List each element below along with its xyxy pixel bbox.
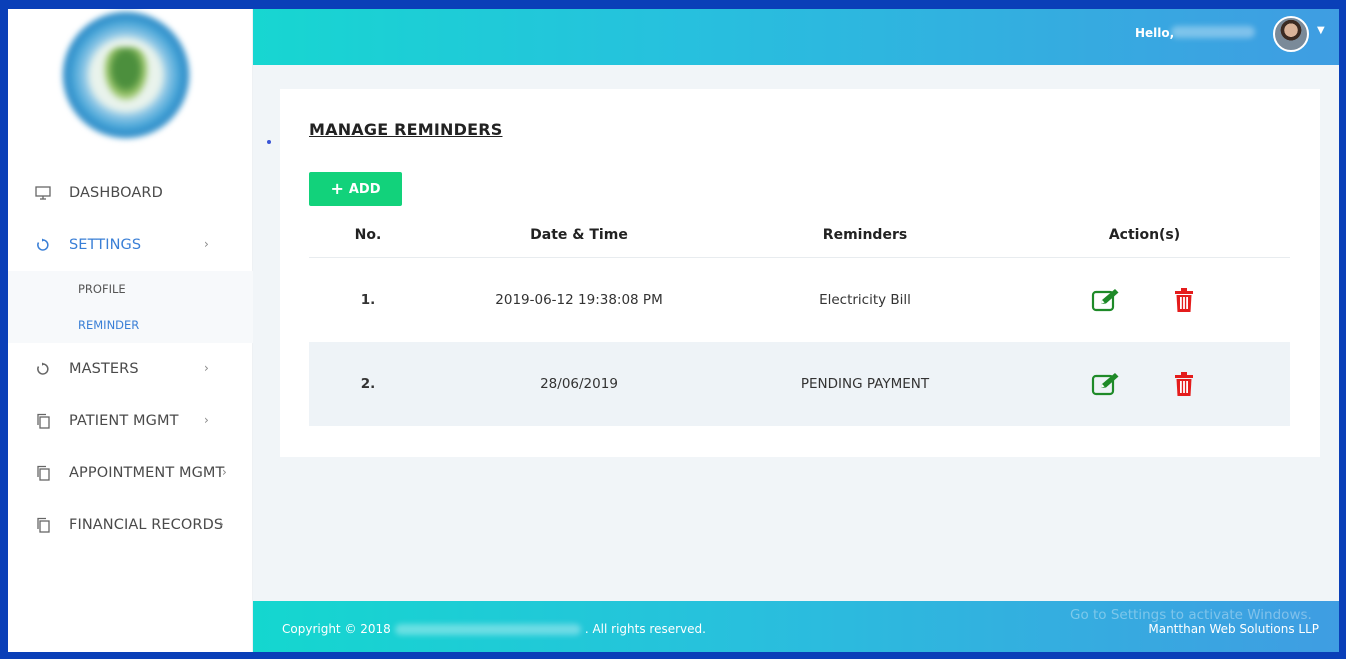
sidebar-item-label: SETTINGS: [69, 237, 142, 253]
row-number: 1.: [360, 291, 376, 308]
sidebar-item-appointment-mgmt[interactable]: APPOINTMENT MGMT ›: [8, 447, 253, 499]
delete-icon[interactable]: [1169, 370, 1199, 398]
chevron-right-icon: ›: [204, 413, 209, 427]
edit-icon[interactable]: [1091, 370, 1121, 398]
column-header-reminders: Reminders: [731, 213, 999, 258]
copy-icon: [34, 412, 52, 430]
refresh-icon: [34, 236, 52, 254]
copyright-suffix: . All rights reserved.: [584, 622, 706, 636]
sidebar-item-masters[interactable]: MASTERS ›: [8, 343, 253, 395]
table-row: 1. 2019-06-12 19:38:08 PM Electricity Bi…: [309, 257, 1290, 342]
sidebar-item-label: DASHBOARD: [69, 185, 163, 201]
column-header-date-time: Date & Time: [427, 213, 731, 258]
sidebar-item-financial-records[interactable]: FINANCIAL RECORDS ›: [8, 499, 253, 551]
top-header: Hello, ▼: [253, 9, 1339, 65]
sidebar-item-label: APPOINTMENT MGMT: [69, 465, 225, 481]
row-reminder: PENDING PAYMENT: [731, 341, 999, 426]
copy-icon: [34, 464, 52, 482]
plus-icon: +: [330, 179, 344, 198]
refresh-icon: [34, 360, 52, 378]
sidebar: DASHBOARD SETTINGS › PROFILE REMINDER MA…: [8, 9, 253, 652]
add-reminder-button[interactable]: + ADD: [309, 172, 402, 206]
copyright-prefix: Copyright © 2018: [282, 622, 391, 636]
chevron-right-icon: ›: [222, 465, 227, 479]
chevron-down-icon[interactable]: ▼: [1317, 25, 1325, 36]
sidebar-item-dashboard[interactable]: DASHBOARD: [8, 167, 253, 219]
redacted-username: [1171, 26, 1255, 38]
page-footer: Go to Settings to activate Windows. Copy…: [253, 601, 1339, 652]
edit-icon[interactable]: [1091, 286, 1121, 314]
chevron-right-icon: ›: [204, 361, 209, 375]
company-credit: Mantthan Web Solutions LLP: [1148, 622, 1319, 636]
sidebar-item-settings[interactable]: SETTINGS ›: [8, 219, 253, 271]
page-title: MANAGE REMINDERS: [309, 120, 503, 139]
row-actions: [999, 341, 1290, 426]
redacted-clinic-name: [394, 624, 581, 635]
windows-activation-watermark: Go to Settings to activate Windows.: [1070, 607, 1312, 623]
app-frame: DASHBOARD SETTINGS › PROFILE REMINDER MA…: [8, 9, 1339, 652]
row-number: 2.: [309, 341, 427, 426]
sidebar-item-label: FINANCIAL RECORDS: [69, 517, 224, 533]
greeting-text: Hello,: [1135, 26, 1175, 40]
manage-reminders-card: MANAGE REMINDERS + ADD No. Date & Time R…: [280, 89, 1320, 457]
row-date-time: 28/06/2019: [427, 341, 731, 426]
sidebar-subitem-profile[interactable]: PROFILE: [8, 271, 253, 307]
table-header-row: No. Date & Time Reminders Action(s): [309, 213, 1290, 258]
row-reminder: Electricity Bill: [819, 291, 911, 308]
chevron-right-icon: ›: [204, 237, 209, 251]
column-header-actions: Action(s): [999, 213, 1290, 258]
table-row: 2. 28/06/2019 PENDING PAYMENT: [309, 341, 1290, 426]
row-date-time: 2019-06-12 19:38:08 PM: [495, 291, 663, 308]
delete-icon[interactable]: [1169, 286, 1199, 314]
clinic-logo[interactable]: [62, 11, 190, 139]
reminders-table: No. Date & Time Reminders Action(s) 1. 2…: [309, 213, 1290, 426]
monitor-icon: [34, 184, 52, 202]
add-button-label: ADD: [348, 181, 381, 197]
settings-submenu: PROFILE REMINDER: [8, 271, 253, 343]
copyright-text: Copyright © 2018 . All rights reserved.: [282, 622, 706, 636]
column-header-no: No.: [309, 213, 427, 258]
sidebar-item-patient-mgmt[interactable]: PATIENT MGMT ›: [8, 395, 253, 447]
user-avatar[interactable]: [1273, 16, 1309, 52]
decorative-dot: [267, 140, 271, 144]
sidebar-nav: DASHBOARD SETTINGS › PROFILE REMINDER MA…: [8, 167, 253, 551]
sidebar-subitem-reminder[interactable]: REMINDER: [8, 307, 253, 343]
sidebar-item-label: PATIENT MGMT: [69, 413, 179, 429]
chevron-right-icon: ›: [219, 517, 224, 531]
row-actions: [999, 257, 1290, 342]
sidebar-item-label: MASTERS: [69, 361, 139, 377]
copy-icon: [34, 516, 52, 534]
